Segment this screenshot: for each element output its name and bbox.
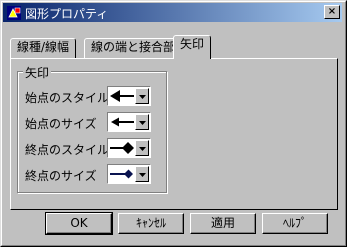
left-arrow-small-icon bbox=[111, 117, 134, 127]
diamond-end-large-icon bbox=[110, 142, 134, 154]
start-style-select[interactable] bbox=[107, 86, 151, 106]
help-button-label: ﾍﾙﾌﾟ bbox=[282, 216, 307, 230]
chevron-down-icon bbox=[139, 173, 146, 177]
tab-label: 矢印 bbox=[180, 37, 205, 51]
tab-label: 線種/線幅 bbox=[17, 40, 70, 54]
dropdown-button[interactable] bbox=[135, 88, 149, 104]
dropdown-button[interactable] bbox=[135, 114, 149, 130]
ok-button[interactable]: OK bbox=[45, 212, 113, 235]
help-button[interactable]: ﾍﾙﾌﾟ bbox=[262, 213, 328, 234]
title-bar[interactable]: 図形プロパティ × bbox=[3, 3, 342, 22]
start-size-label: 始点のサイズ bbox=[25, 117, 97, 131]
tab-arrows[interactable]: 矢印 bbox=[173, 35, 212, 59]
start-style-label: 始点のスタイル bbox=[25, 91, 110, 105]
tab-line-ends-joins[interactable]: 線の端と接合部 bbox=[84, 38, 183, 58]
tab-line-type-width[interactable]: 線種/線幅 bbox=[10, 38, 77, 58]
group-title: 矢印 bbox=[23, 64, 52, 81]
chevron-down-icon bbox=[139, 121, 146, 125]
close-icon: × bbox=[327, 6, 337, 17]
left-arrow-large-icon bbox=[110, 90, 134, 102]
dropdown-button[interactable] bbox=[135, 140, 149, 156]
diamond-end-small-icon bbox=[110, 169, 133, 179]
apply-button-label: 適用 bbox=[210, 216, 235, 230]
ok-button-label: OK bbox=[70, 216, 88, 230]
end-style-select[interactable] bbox=[107, 138, 151, 158]
dropdown-button[interactable] bbox=[135, 166, 149, 182]
cancel-button[interactable]: ｷｬﾝｾﾙ bbox=[118, 213, 184, 234]
chevron-down-icon bbox=[139, 95, 146, 99]
tab-label: 線の端と接合部 bbox=[91, 40, 176, 54]
end-size-select[interactable] bbox=[107, 164, 151, 184]
apply-button[interactable]: 適用 bbox=[190, 213, 256, 234]
close-button[interactable]: × bbox=[324, 5, 340, 19]
start-size-select[interactable] bbox=[107, 112, 151, 132]
cancel-button-label: ｷｬﾝｾﾙ bbox=[135, 216, 166, 230]
end-size-label: 終点のサイズ bbox=[25, 169, 97, 183]
end-style-label: 終点のスタイル bbox=[25, 143, 110, 157]
properties-dialog: 図形プロパティ × 線種/線幅 線の端と接合部 矢印 矢印 始点のスタイル 始点… bbox=[0, 0, 347, 247]
chevron-down-icon bbox=[139, 147, 146, 151]
window-title: 図形プロパティ bbox=[25, 7, 109, 21]
app-icon bbox=[7, 6, 21, 20]
